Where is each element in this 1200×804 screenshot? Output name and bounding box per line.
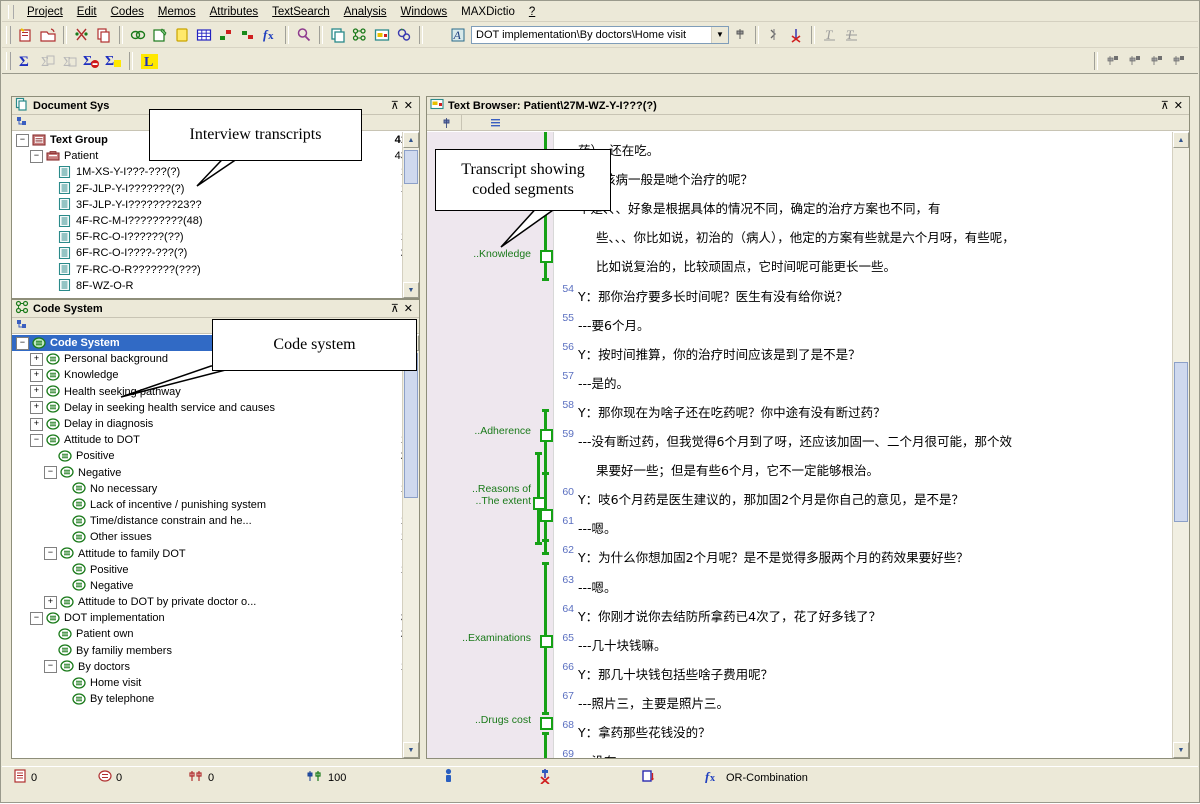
callout-transcript-coded-segments-text: Transcript showing coded segments (461, 161, 585, 198)
callout-code-system-text: Code system (273, 336, 356, 353)
callout-code-system: Code system (212, 319, 417, 371)
callout-transcript-coded-segments: Transcript showing coded segments (435, 149, 611, 211)
callout-interview-transcripts: Interview transcripts (149, 109, 362, 161)
maxqda-window: Project Edit Codes Memos Attributes Text… (0, 0, 1200, 803)
callout-interview-transcripts-text: Interview transcripts (189, 126, 322, 143)
